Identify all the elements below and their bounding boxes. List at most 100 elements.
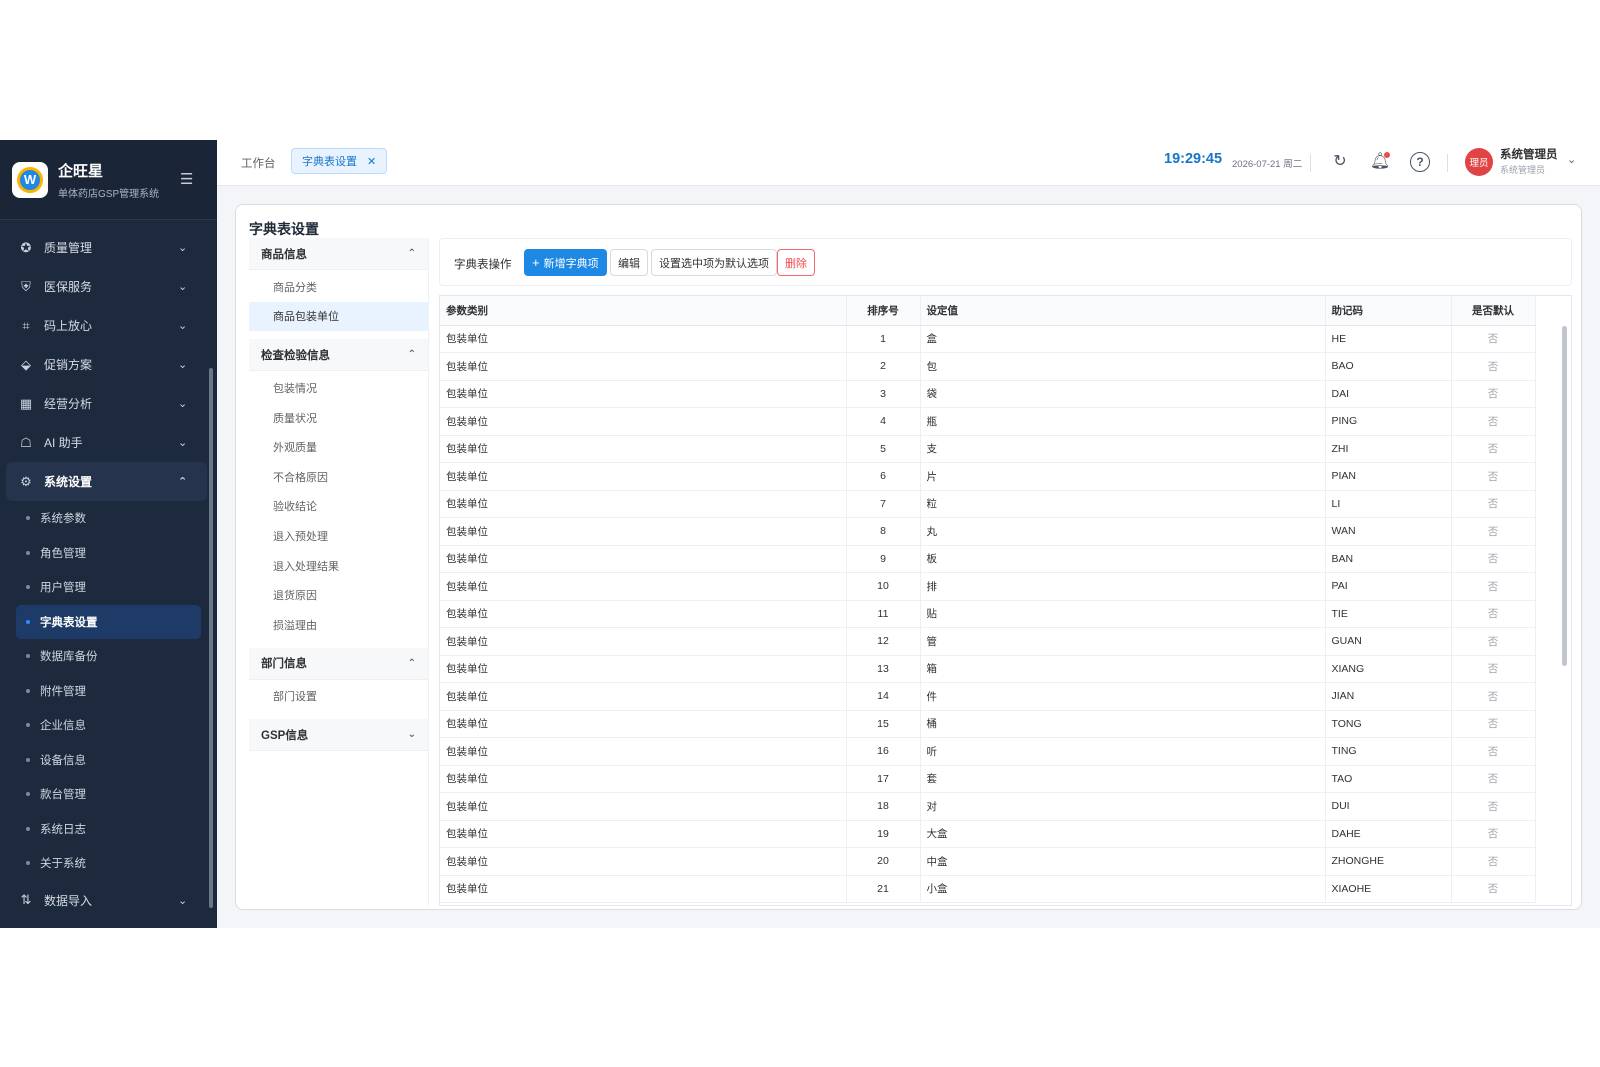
table-row[interactable]: 包装单位 18 对 DUI 否 — [440, 792, 1536, 821]
category-item[interactable]: 包装情况 — [249, 373, 428, 403]
column-header[interactable]: 设定值 — [920, 296, 1326, 326]
sidebar-item[interactable]: ⛨ 医保服务 ⌄ — [0, 267, 217, 306]
table-row[interactable]: 包装单位 15 桶 TONG 否 — [440, 710, 1536, 738]
sidebar-item[interactable]: ✪ 质量管理 ⌄ — [0, 228, 217, 267]
table-cell: 否 — [1451, 847, 1536, 876]
category-group-label: GSP信息 — [261, 729, 309, 742]
sidebar-scrollbar[interactable] — [209, 368, 213, 908]
table-row[interactable]: 包装单位 14 件 JIAN 否 — [440, 682, 1536, 711]
table-row[interactable]: 包装单位 5 支 ZHI 否 — [440, 435, 1536, 463]
category-item[interactable]: 退入预处理 — [249, 521, 428, 551]
table-cell: 片 — [920, 462, 1326, 491]
sidebar-item[interactable]: ⌗ 码上放心 ⌄ — [0, 306, 217, 345]
column-header[interactable]: 参数类别 — [440, 296, 847, 326]
table-row[interactable]: 包装单位 12 管 GUAN 否 — [440, 627, 1536, 656]
category-item[interactable]: 验收结论 — [249, 492, 428, 522]
category-item[interactable]: 损溢理由 — [249, 610, 428, 640]
sidebar-menu: ✪ 质量管理 ⌄ ⛨ 医保服务 ⌄ ⌗ 码上放心 ⌄ ⬙ 促销方案 ⌄ ▦ 经营分析 ⌄ ☖ AI 助手 ⌄ ⚙ 系统… — [0, 220, 217, 920]
close-icon[interactable]: ✕ — [367, 155, 376, 168]
category-group-label: 商品信息 — [261, 248, 307, 261]
sidebar-subitem[interactable]: 数据库备份 — [0, 639, 217, 674]
sidebar-subitem[interactable]: 系统参数 — [0, 501, 217, 536]
category-item[interactable]: 不合格原因 — [249, 462, 428, 492]
table-row[interactable]: 包装单位 4 瓶 PING 否 — [440, 407, 1536, 436]
category-item[interactable]: 外观质量 — [249, 432, 428, 462]
sidebar-subitem[interactable]: 字典表设置 — [16, 604, 201, 639]
sidebar-item[interactable]: ⬙ 促销方案 ⌄ — [0, 345, 217, 384]
table-row[interactable]: 包装单位 16 听 TING 否 — [440, 737, 1536, 766]
avatar[interactable]: 理员 — [1465, 148, 1493, 176]
sidebar-subitem[interactable]: 用户管理 — [0, 570, 217, 605]
category-item[interactable]: 退货原因 — [249, 580, 428, 610]
sidebar-subitem[interactable]: 企业信息 — [0, 708, 217, 743]
table-row[interactable]: 包装单位 17 套 TAO 否 — [440, 765, 1536, 793]
table-row[interactable]: 包装单位 11 贴 TIE 否 — [440, 600, 1536, 628]
table-row[interactable]: 包装单位 6 片 PIAN 否 — [440, 462, 1536, 491]
category-item[interactable]: 部门设置 — [249, 682, 428, 712]
sidebar-item[interactable]: ☖ AI 助手 ⌄ — [0, 423, 217, 462]
table-cell: 粒 — [920, 490, 1326, 518]
sidebar-item[interactable]: ⚙ 系统设置 ⌃ — [6, 462, 207, 501]
table-row[interactable]: 包装单位 1 盒 HE 否 — [440, 325, 1536, 353]
category-group-header[interactable]: 部门信息 ⌃ — [249, 647, 428, 680]
table-row[interactable]: 包装单位 21 小盒 XIAOHE 否 — [440, 875, 1536, 903]
chevron-down-icon[interactable]: ⌄ — [1567, 153, 1576, 166]
table-row[interactable]: 包装单位 8 丸 WAN 否 — [440, 517, 1536, 546]
user-name[interactable]: 系统管理员 — [1500, 146, 1558, 162]
sidebar-subitem[interactable]: 关于系统 — [0, 846, 217, 881]
tab-workbench[interactable]: 工作台 — [241, 155, 276, 171]
table-cell: TING — [1325, 737, 1452, 766]
table-cell: JIAN — [1325, 682, 1452, 711]
tab-dictionary-settings[interactable]: 字典表设置 ✕ — [291, 148, 388, 174]
column-header[interactable]: 助记码 — [1325, 296, 1452, 326]
sidebar-subitem-label: 角色管理 — [40, 547, 86, 560]
menu-fold-icon[interactable]: ☰ — [180, 170, 193, 188]
sidebar-item[interactable]: ▦ 经营分析 ⌄ — [0, 384, 217, 423]
edit-button[interactable]: 编辑 — [610, 249, 648, 276]
table-cell: 否 — [1451, 627, 1536, 656]
category-item[interactable]: 商品包装单位 — [249, 301, 428, 332]
table-row[interactable]: 包装单位 10 排 PAI 否 — [440, 572, 1536, 601]
chevron-down-icon: ⌄ — [178, 437, 188, 449]
sidebar-item-label: 促销方案 — [44, 358, 93, 372]
category-group-header[interactable]: GSP信息 ⌄ — [249, 719, 428, 752]
sidebar-subitem[interactable]: 款台管理 — [0, 777, 217, 812]
bullet-dot — [26, 550, 30, 555]
delete-button[interactable]: 删除 — [777, 249, 815, 276]
sidebar-subitem[interactable]: 附件管理 — [0, 674, 217, 709]
column-header[interactable]: 是否默认 — [1451, 296, 1536, 326]
table-row[interactable]: 包装单位 13 箱 XIANG 否 — [440, 655, 1536, 683]
table-cell: 否 — [1451, 572, 1536, 601]
sidebar-subitem[interactable]: 系统日志 — [0, 812, 217, 847]
check-badge-icon: ✪ — [20, 239, 32, 255]
help-icon[interactable]: ? — [1410, 152, 1430, 172]
table-cell: XIANG — [1325, 655, 1452, 683]
bell-icon[interactable]: 🔔︎ — [1369, 151, 1391, 173]
page-title: 字典表设置 — [249, 221, 319, 237]
set-default-button[interactable]: 设置选中项为默认选项 — [651, 249, 777, 276]
add-item-button[interactable]: + 新增字典项 — [524, 249, 607, 276]
table-cell: 9 — [846, 545, 921, 573]
table-row[interactable]: 包装单位 20 中盒 ZHONGHE 否 — [440, 847, 1536, 876]
sidebar-subitem[interactable]: 角色管理 — [0, 536, 217, 571]
table-scrollbar[interactable] — [1562, 326, 1567, 666]
table-row[interactable]: 包装单位 7 粒 LI 否 — [440, 490, 1536, 518]
table-row[interactable]: 包装单位 19 大盒 DAHE 否 — [440, 820, 1536, 848]
category-item[interactable]: 退入处理结果 — [249, 551, 428, 581]
logo-letter: W — [17, 166, 43, 193]
chevron-down-icon: ⌄ — [178, 281, 188, 293]
category-item[interactable]: 质量状况 — [249, 403, 428, 433]
table-cell: 板 — [920, 545, 1326, 573]
refresh-icon[interactable]: ↻ — [1329, 151, 1351, 173]
tab-label: 字典表设置 — [302, 156, 357, 168]
table-cell: 否 — [1451, 352, 1536, 381]
column-header[interactable]: 排序号 — [846, 296, 921, 326]
table-row[interactable]: 包装单位 2 包 BAO 否 — [440, 352, 1536, 381]
category-item[interactable]: 商品分类 — [249, 272, 428, 302]
table-row[interactable]: 包装单位 3 袋 DAI 否 — [440, 380, 1536, 408]
sidebar-subitem[interactable]: 设备信息 — [0, 743, 217, 778]
table-row[interactable]: 包装单位 9 板 BAN 否 — [440, 545, 1536, 573]
category-group-header[interactable]: 检查检验信息 ⌃ — [249, 339, 428, 372]
sidebar-item[interactable]: ⇅ 数据导入 ⌄ — [0, 881, 217, 920]
category-group-header[interactable]: 商品信息 ⌃ — [249, 238, 428, 270]
